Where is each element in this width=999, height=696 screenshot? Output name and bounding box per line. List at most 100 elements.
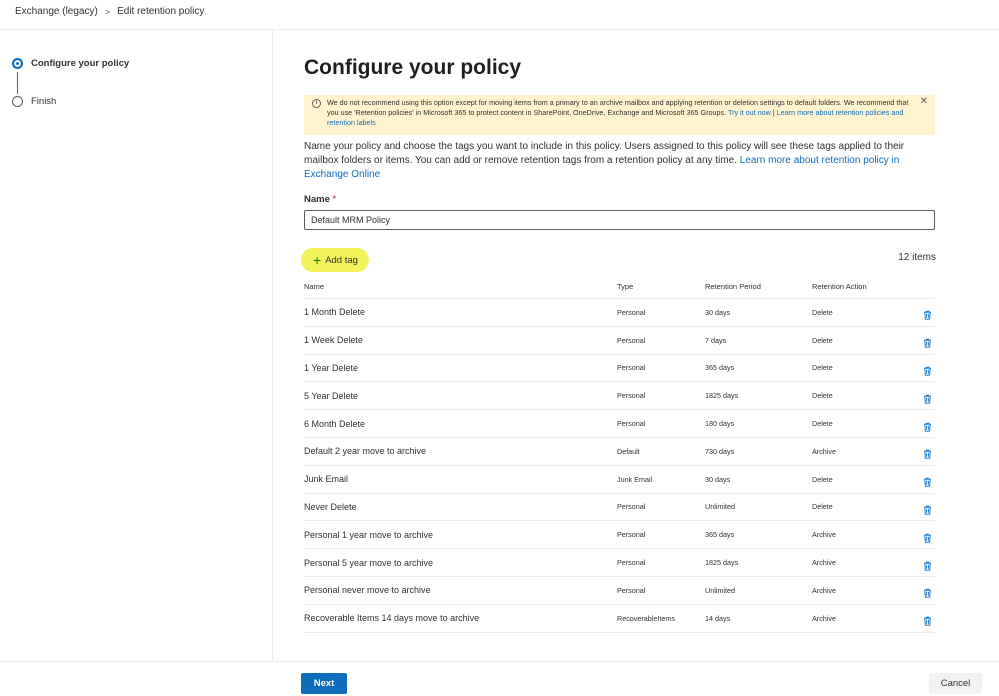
breadcrumb-root[interactable]: Exchange (legacy) — [15, 6, 98, 17]
cell-retention-action: Delete — [812, 502, 833, 512]
table-row[interactable]: Default 2 year move to archive Default 730… — [304, 438, 935, 466]
add-tag-button[interactable]: + Add tag — [301, 248, 369, 272]
cell-type: Personal — [617, 391, 646, 401]
trash-icon — [923, 558, 932, 571]
trash-icon — [923, 335, 932, 348]
policy-name-input[interactable] — [304, 210, 935, 230]
try-it-out-link[interactable]: Try it out now — [728, 108, 771, 117]
cell-name[interactable]: Personal 5 year move to archive — [304, 558, 617, 568]
step-connector — [17, 72, 18, 94]
cell-retention-action: Archive — [812, 446, 836, 456]
items-count: 12 items — [898, 252, 936, 263]
cell-type: Personal — [617, 558, 646, 568]
cancel-button[interactable]: Cancel — [929, 673, 982, 694]
cell-name[interactable]: 6 Month Delete — [304, 419, 617, 429]
wizard-steps-panel: Configure your policy Finish — [0, 30, 273, 662]
cell-retention-action: Archive — [812, 558, 836, 568]
cell-retention-action: Delete — [812, 363, 833, 373]
footer-bar: Next Cancel — [0, 661, 999, 696]
delete-tag-button[interactable] — [920, 391, 935, 404]
cell-name[interactable]: Personal never move to archive — [304, 585, 617, 595]
cell-retention-action: Delete — [812, 335, 833, 345]
delete-tag-button[interactable] — [920, 446, 935, 460]
table-row[interactable]: 1 Month Delete Personal 30 days Delete — [304, 299, 935, 327]
delete-tag-button[interactable] — [920, 530, 935, 543]
breadcrumb-current: Edit retention policy — [117, 6, 205, 17]
table-body: 1 Month Delete Personal 30 days Delete 1 Wee… — [304, 299, 935, 633]
delete-tag-button[interactable] — [920, 419, 935, 432]
table-row[interactable]: Personal 1 year move to archive Personal 3… — [304, 521, 935, 550]
table-row[interactable]: Junk Email Junk Email 30 days Delete — [304, 466, 935, 494]
cell-retention-period: 7 days — [705, 335, 727, 345]
trash-icon — [923, 474, 932, 487]
cell-name[interactable]: 1 Week Delete — [304, 335, 617, 345]
cell-retention-action: Delete — [812, 391, 833, 401]
cell-retention-period: 730 days — [705, 446, 735, 456]
table-header-row: Name Type Retention Period Retention Act… — [304, 275, 935, 299]
table-row[interactable]: 6 Month Delete Personal 180 days Delete — [304, 410, 935, 438]
trash-icon — [923, 391, 932, 404]
trash-icon — [923, 502, 932, 515]
delete-tag-button[interactable] — [920, 335, 935, 348]
cell-type: Personal — [617, 585, 646, 595]
delete-tag-button[interactable] — [920, 585, 935, 599]
cell-retention-period: 1825 days — [705, 391, 739, 401]
step-finish[interactable]: Finish — [12, 96, 56, 107]
table-row[interactable]: Never Delete Personal Unlimited Delete — [304, 494, 935, 522]
required-mark: * — [332, 194, 337, 205]
step-configure-policy[interactable]: Configure your policy — [12, 58, 129, 69]
next-button[interactable]: Next — [301, 673, 347, 694]
table-row[interactable]: 1 Year Delete Personal 365 days Delete — [304, 355, 935, 383]
retention-tags-table: Name Type Retention Period Retention Act… — [304, 275, 935, 633]
cell-name[interactable]: 1 Year Delete — [304, 363, 617, 373]
cell-type: RecoverableItems — [617, 613, 675, 623]
trash-icon — [923, 446, 932, 460]
close-icon[interactable]: ✕ — [920, 97, 928, 107]
delete-tag-button[interactable] — [920, 363, 935, 376]
column-header-retention-action[interactable]: Retention Action — [812, 282, 920, 291]
cell-retention-period: 365 days — [705, 363, 735, 373]
column-header-type[interactable]: Type — [617, 282, 705, 291]
table-row[interactable]: Recoverable Items 14 days move to archiv… — [304, 605, 935, 633]
trash-icon — [923, 613, 932, 626]
delete-tag-button[interactable] — [920, 307, 935, 321]
cell-retention-period: 14 days — [705, 613, 731, 623]
cell-type: Personal — [617, 419, 646, 429]
delete-tag-button[interactable] — [920, 502, 935, 515]
table-row[interactable]: Personal never move to archive Personal Un… — [304, 577, 935, 605]
cell-type: Personal — [617, 502, 646, 512]
delete-tag-button[interactable] — [920, 474, 935, 487]
trash-icon — [923, 363, 932, 376]
cell-name[interactable]: Personal 1 year move to archive — [304, 530, 617, 540]
trash-icon — [923, 530, 932, 543]
delete-tag-button[interactable] — [920, 613, 935, 626]
top-bar: Exchange (legacy) > Edit retention polic… — [0, 0, 999, 30]
policy-description: Name your policy and choose the tags you… — [304, 140, 935, 182]
cell-retention-period: 180 days — [705, 419, 735, 429]
delete-tag-button[interactable] — [920, 558, 935, 571]
column-header-name[interactable]: Name — [304, 282, 617, 291]
trash-icon — [923, 419, 932, 432]
step-label: Finish — [31, 96, 57, 107]
name-field-label: Name * — [304, 194, 336, 205]
cell-name[interactable]: Junk Email — [304, 474, 617, 484]
cell-retention-action: Archive — [812, 613, 836, 623]
cell-name[interactable]: Default 2 year move to archive — [304, 446, 617, 456]
step-label: Configure your policy — [31, 58, 130, 69]
column-header-retention-period[interactable]: Retention Period — [705, 282, 812, 291]
table-row[interactable]: 5 Year Delete Personal 1825 days Delete — [304, 382, 935, 411]
trash-icon — [923, 585, 932, 599]
breadcrumb-separator: > — [104, 6, 111, 17]
cell-name[interactable]: Never Delete — [304, 502, 617, 512]
cell-type: Personal — [617, 307, 646, 317]
cell-name[interactable]: Recoverable Items 14 days move to archiv… — [304, 613, 617, 623]
cell-name[interactable]: 5 Year Delete — [304, 391, 617, 401]
table-row[interactable]: 1 Week Delete Personal 7 days Delete — [304, 327, 935, 355]
cell-name[interactable]: 1 Month Delete — [304, 307, 617, 317]
step-pending-icon — [12, 96, 23, 107]
page-title: Configure your policy — [304, 56, 522, 79]
cell-type: Default — [617, 446, 640, 456]
table-row[interactable]: Personal 5 year move to archive Personal 1… — [304, 549, 935, 577]
cell-retention-period: 1825 days — [705, 558, 739, 568]
step-current-icon — [12, 58, 23, 69]
